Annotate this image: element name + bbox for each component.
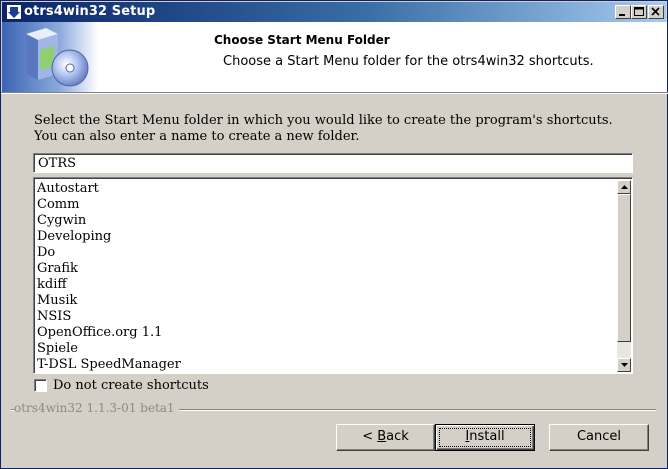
page-subtitle: Choose a Start Menu folder for the otrs4… xyxy=(223,54,594,69)
vertical-scrollbar[interactable] xyxy=(617,180,631,372)
scroll-up-button[interactable] xyxy=(617,180,631,194)
folder-list-item[interactable]: Grafik xyxy=(37,261,181,277)
no-shortcuts-checkbox[interactable] xyxy=(34,379,47,392)
folder-listbox[interactable]: Autostart Comm Cygwin Developing Do Grafik kdi… xyxy=(33,177,633,374)
setup-window: otrs4win32 Setup Choose Start Menu Folde… xyxy=(0,0,668,469)
start-menu-folder-input[interactable] xyxy=(33,153,633,173)
folder-list: Autostart Comm Cygwin Developing Do Grafik kdi… xyxy=(37,181,181,373)
installer-icon xyxy=(6,4,22,20)
folder-list-item[interactable]: Spiele xyxy=(37,341,181,357)
maximize-icon xyxy=(634,7,644,16)
scroll-down-button[interactable] xyxy=(617,358,631,372)
folder-list-item[interactable]: kdiff xyxy=(37,277,181,293)
no-shortcuts-label[interactable]: Do not create shortcuts xyxy=(53,378,209,394)
back-button[interactable]: < Back xyxy=(336,424,435,451)
folder-list-item[interactable]: T-DSL SpeedManager xyxy=(37,357,181,373)
cancel-button[interactable]: Cancel xyxy=(549,424,649,451)
folder-list-item[interactable]: Developing xyxy=(37,229,181,245)
setup-cd-box-image xyxy=(2,22,98,92)
focus-rectangle xyxy=(439,428,531,447)
folder-list-item[interactable]: NSIS xyxy=(37,309,181,325)
header-divider xyxy=(1,92,668,94)
page-title: Choose Start Menu Folder xyxy=(214,33,390,47)
minimize-button[interactable] xyxy=(615,5,631,19)
window-title: otrs4win32 Setup xyxy=(24,4,156,19)
minimize-icon xyxy=(619,14,625,16)
maximize-button[interactable] xyxy=(631,5,647,19)
folder-list-item[interactable]: Cygwin xyxy=(37,213,181,229)
title-bar[interactable]: otrs4win32 Setup xyxy=(2,2,666,22)
arrow-down-icon xyxy=(621,363,628,367)
folder-list-item[interactable]: Do xyxy=(37,245,181,261)
folder-list-item[interactable]: Musik xyxy=(37,293,181,309)
scroll-thumb[interactable] xyxy=(617,194,631,342)
close-icon xyxy=(651,7,660,16)
branding-text: otrs4win32 1.1.3-01 beta1 xyxy=(14,401,179,415)
wizard-header: Choose Start Menu Folder Choose a Start … xyxy=(2,22,667,92)
back-button-label: < Back xyxy=(362,429,409,444)
folder-list-item[interactable]: Comm xyxy=(37,197,181,213)
install-button[interactable]: Install xyxy=(435,424,535,451)
folder-list-item[interactable]: Autostart xyxy=(37,181,181,197)
folder-list-item[interactable]: OpenOffice.org 1.1 xyxy=(37,325,181,341)
close-button[interactable] xyxy=(648,5,664,19)
arrow-up-icon xyxy=(621,185,628,189)
cancel-button-label: Cancel xyxy=(576,429,622,444)
instructions-text: Select the Start Menu folder in which yo… xyxy=(34,113,613,144)
